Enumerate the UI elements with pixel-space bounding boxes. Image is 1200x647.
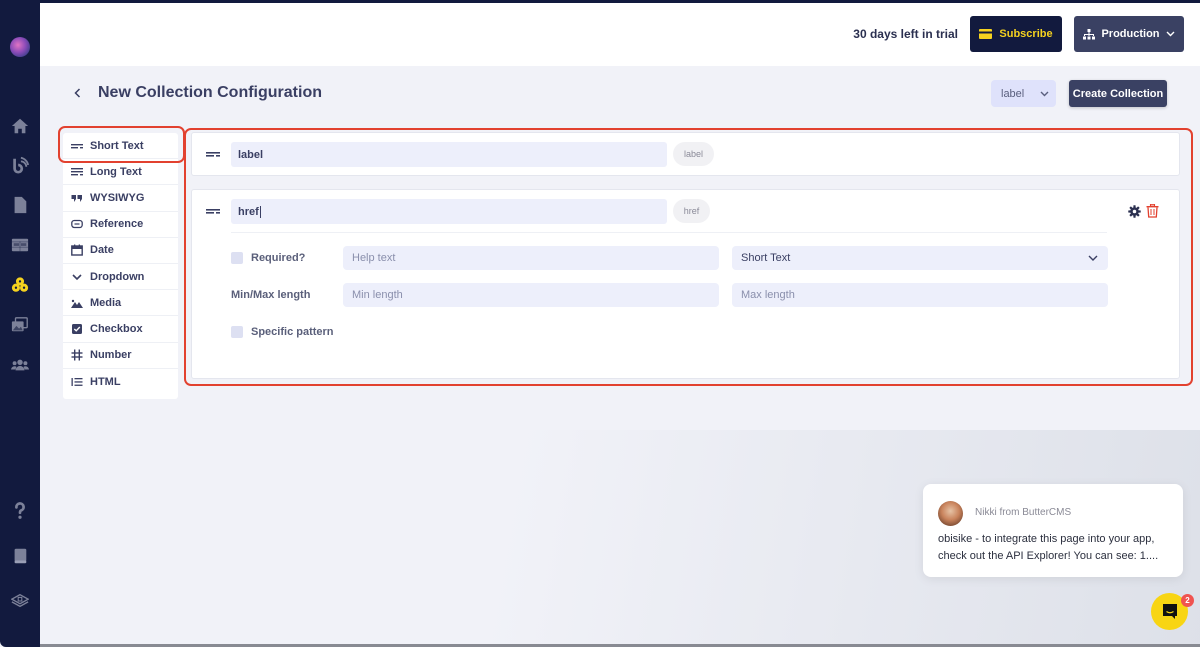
sidebar-item-home[interactable]: [0, 114, 40, 138]
checkbox-icon: [71, 323, 83, 335]
create-collection-button[interactable]: Create Collection: [1069, 80, 1167, 107]
chevron-left-icon: [73, 88, 80, 98]
image-icon: [71, 297, 83, 309]
blog-icon: [13, 156, 29, 174]
fields-highlight: [184, 128, 1193, 386]
long-text-icon: [71, 166, 83, 178]
field-type-dropdown[interactable]: Dropdown: [63, 264, 178, 291]
book-icon: [14, 548, 27, 564]
field-type-label: Number: [90, 349, 132, 362]
trial-status: 30 days left in trial: [853, 27, 958, 41]
sidebar-item-users[interactable]: [0, 353, 40, 377]
field-type-label: Dropdown: [90, 270, 145, 283]
page-title: New Collection Configuration: [98, 84, 322, 101]
quote-icon: [71, 192, 83, 204]
environment-dropdown[interactable]: Production: [1074, 16, 1184, 52]
sidebar-item-blog[interactable]: [0, 153, 40, 177]
api-icon: [11, 593, 29, 608]
field-type-media[interactable]: Media: [63, 290, 178, 317]
agent-avatar: [938, 501, 963, 526]
field-type-checkbox[interactable]: Checkbox: [63, 316, 178, 343]
field-type-long-text[interactable]: Long Text: [63, 159, 178, 186]
chat-icon: [1162, 604, 1177, 619]
media-icon: [11, 317, 28, 332]
link-icon: [71, 218, 83, 230]
label-select-value: label: [1001, 87, 1025, 100]
label-field-select[interactable]: label: [991, 80, 1056, 107]
credit-card-icon: [979, 29, 993, 39]
sidebar-item-pages[interactable]: [0, 193, 40, 217]
chat-message: obisike - to integrate this page into yo…: [938, 533, 1159, 562]
collections-icon: [11, 277, 29, 292]
field-type-label: Media: [90, 296, 122, 309]
chevron-down-icon: [1166, 31, 1175, 37]
sidebar-item-collections[interactable]: [0, 273, 40, 297]
help-icon: [15, 502, 25, 519]
calendar-icon: [71, 244, 83, 257]
field-type-list: Short Text Long Text WYSIWYG Reference D…: [63, 133, 178, 399]
subscribe-label: Subscribe: [999, 28, 1053, 40]
field-type-label: WYSIWYG: [90, 191, 145, 204]
sidebar: [0, 0, 40, 647]
back-button[interactable]: [70, 84, 84, 102]
field-type-number[interactable]: Number: [63, 343, 178, 369]
workspace-logo[interactable]: [10, 37, 30, 57]
sidebar-item-media[interactable]: [0, 313, 40, 337]
short-text-highlight: [58, 126, 185, 163]
field-type-date[interactable]: Date: [63, 238, 178, 264]
list-icon: [71, 376, 83, 388]
subscribe-button[interactable]: Subscribe: [970, 16, 1062, 52]
field-type-label: Checkbox: [90, 322, 143, 335]
chat-sender: Nikki from ButterCMS: [975, 507, 1072, 518]
field-type-reference[interactable]: Reference: [63, 212, 178, 238]
unread-badge: 2: [1181, 594, 1194, 607]
chevron-down-icon: [1040, 91, 1049, 96]
field-type-label: Reference: [90, 218, 144, 231]
chevron-down-icon: [71, 271, 83, 283]
page-icon: [14, 196, 27, 214]
sidebar-item-docs[interactable]: [0, 544, 40, 568]
field-type-label: Date: [90, 244, 114, 257]
home-icon: [11, 118, 29, 134]
sidebar-item-api[interactable]: [0, 589, 40, 613]
field-type-label: Long Text: [90, 165, 142, 178]
sidebar-item-components[interactable]: [0, 233, 40, 257]
environment-label: Production: [1101, 28, 1160, 40]
chat-preview[interactable]: Nikki from ButterCMS obisike - to integr…: [923, 484, 1183, 577]
field-type-html[interactable]: HTML: [63, 369, 178, 395]
sidebar-item-help[interactable]: [0, 499, 40, 523]
field-type-wysiwyg[interactable]: WYSIWYG: [63, 185, 178, 212]
sitemap-icon: [1083, 28, 1096, 39]
field-type-label: HTML: [90, 375, 121, 388]
grid-icon: [11, 238, 29, 252]
users-icon: [11, 359, 29, 371]
hash-icon: [71, 349, 83, 361]
